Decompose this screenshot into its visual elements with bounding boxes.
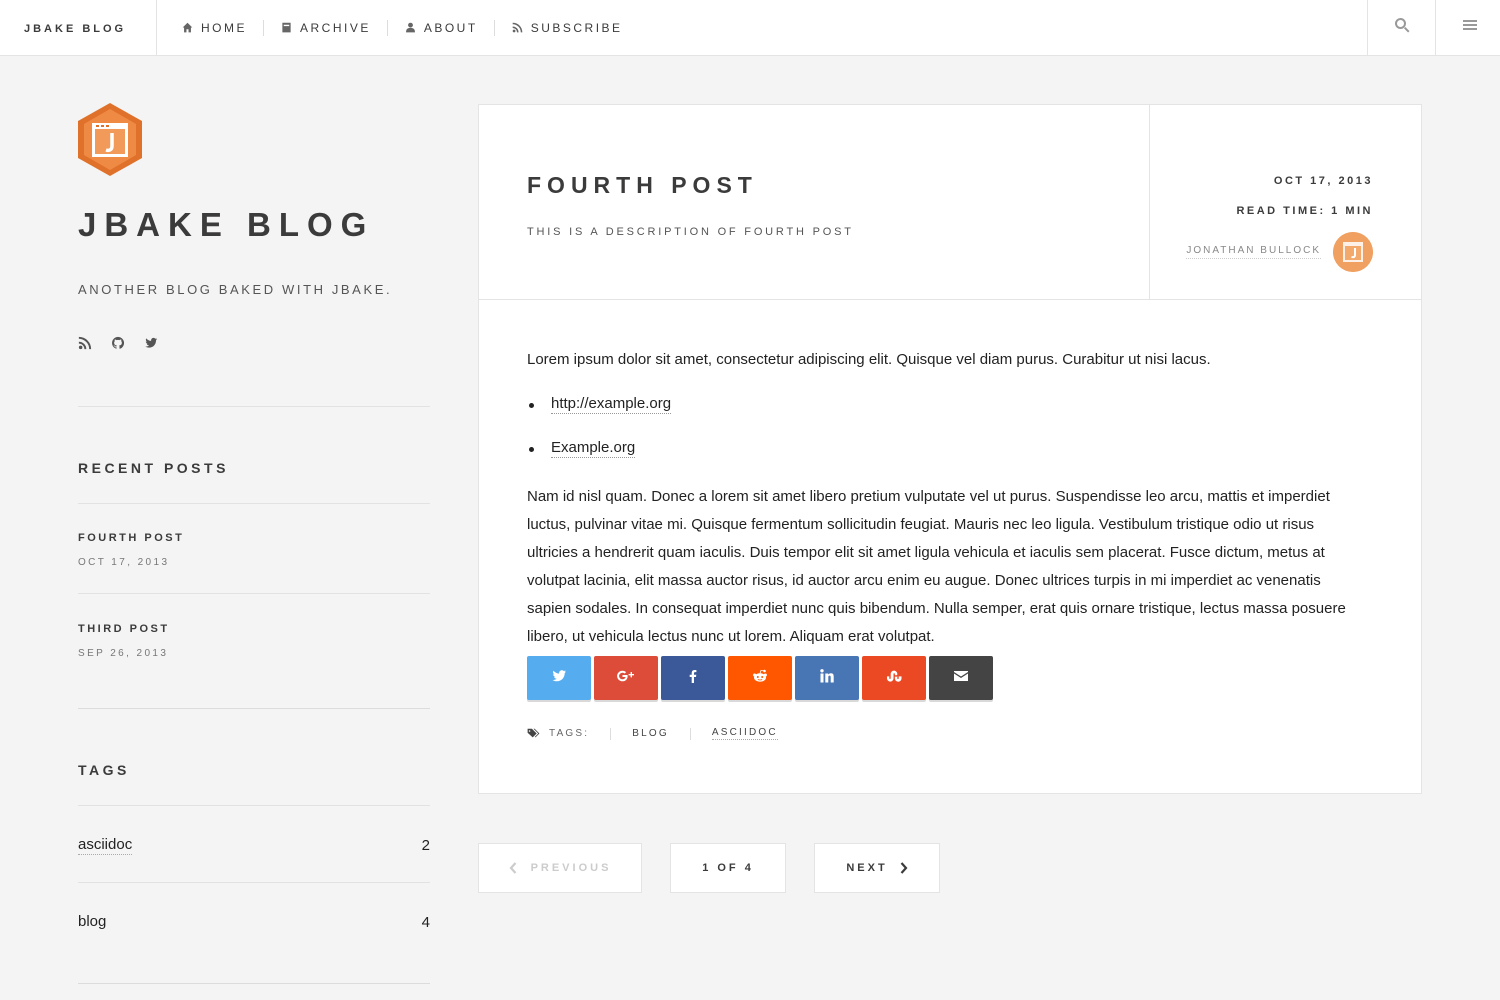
chevron-right-icon [900, 862, 908, 874]
post-tag-link[interactable]: ASCIIDOC [711, 727, 778, 740]
hamburger-icon [1462, 17, 1478, 38]
post-header: FOURTH POST THIS IS A DESCRIPTION OF FOU… [479, 105, 1150, 300]
post-link[interactable]: Example.org [551, 439, 636, 458]
post-card: FOURTH POST THIS IS A DESCRIPTION OF FOU… [478, 104, 1422, 794]
share-google-plus-button[interactable] [594, 656, 658, 700]
tag-link[interactable]: asciidoc [78, 836, 133, 855]
recent-post-date: SEP 26, 2013 [78, 648, 169, 659]
divider [78, 882, 430, 883]
rss-icon [511, 22, 524, 34]
google-plus-icon [616, 668, 636, 689]
sidebar-divider [78, 708, 430, 709]
tag-count: 4 [421, 913, 430, 931]
chevron-left-icon [509, 862, 517, 874]
tags-heading: TAGS [78, 762, 130, 778]
top-header: JBAKE BLOG HOME ARCHIVE ABOUT SUBSCRIBE [0, 0, 1500, 56]
share-stumbleupon-button[interactable] [862, 656, 926, 700]
post-date: OCT 17, 2013 [1273, 175, 1373, 187]
tags-label: TAGS: [549, 728, 590, 739]
sidebar-blog-subtitle: ANOTHER BLOG BAKED WITH JBAKE. [78, 282, 393, 297]
user-icon [404, 22, 417, 34]
recent-post-title[interactable]: THIRD POST [78, 623, 170, 635]
share-buttons [527, 656, 993, 700]
share-facebook-button[interactable] [661, 656, 725, 700]
home-icon [181, 22, 194, 34]
author-link[interactable]: JONATHAN BULLOCK [1186, 245, 1321, 259]
avatar[interactable] [1333, 232, 1373, 272]
share-reddit-button[interactable] [728, 656, 792, 700]
nav-home-label: HOME [201, 20, 247, 35]
page-count: 1 OF 4 [702, 862, 754, 874]
github-icon[interactable] [111, 336, 125, 350]
twitter-icon[interactable] [144, 336, 158, 350]
previous-label: PREVIOUS [530, 862, 612, 874]
archive-icon [280, 22, 293, 34]
blog-logo[interactable] [78, 103, 142, 176]
share-email-button[interactable] [929, 656, 993, 700]
bullet [529, 447, 534, 452]
bullet [529, 403, 534, 408]
recent-post-title[interactable]: FOURTH POST [78, 532, 184, 544]
linkedin-icon [819, 668, 835, 689]
nav-home[interactable]: HOME [157, 20, 263, 36]
divider [78, 503, 430, 504]
twitter-icon [551, 668, 567, 689]
menu-button[interactable] [1435, 0, 1500, 55]
post-meta: OCT 17, 2013 READ TIME: 1 MIN JONATHAN B… [1150, 105, 1421, 300]
search-button[interactable] [1367, 0, 1435, 55]
post-paragraph: Lorem ipsum dolor sit amet, consectetur … [527, 351, 1211, 368]
post-tags: TAGS: BLOG ASCIIDOC [527, 727, 778, 740]
nav-about[interactable]: ABOUT [386, 19, 494, 36]
post-link[interactable]: http://example.org [551, 395, 672, 414]
sidebar-divider [78, 406, 430, 407]
nav-archive[interactable]: ARCHIVE [263, 19, 387, 36]
tags-icon [527, 728, 540, 739]
recent-posts-heading: RECENT POSTS [78, 460, 229, 476]
post-title[interactable]: FOURTH POST [527, 172, 758, 199]
divider [78, 805, 430, 806]
stumbleupon-icon [886, 668, 902, 689]
post-tag-link[interactable]: BLOG [632, 728, 669, 740]
social-links [78, 336, 158, 350]
nav-archive-label: ARCHIVE [300, 20, 371, 35]
tag-link[interactable]: blog [78, 913, 106, 931]
read-time: READ TIME: 1 MIN [1236, 205, 1373, 217]
recent-post-date: OCT 17, 2013 [78, 557, 170, 568]
envelope-icon [953, 668, 969, 689]
divider [78, 593, 430, 594]
facebook-icon [685, 668, 701, 689]
tag-row: blog 4 [78, 910, 430, 934]
next-label: NEXT [846, 862, 888, 874]
sidebar-divider [78, 983, 430, 984]
tag-row: asciidoc 2 [78, 833, 430, 857]
separator [689, 727, 691, 740]
nav-subscribe-label: SUBSCRIBE [530, 20, 623, 35]
search-icon [1394, 17, 1410, 38]
separator [610, 727, 612, 740]
nav-subscribe[interactable]: SUBSCRIBE [493, 19, 639, 36]
previous-button[interactable]: PREVIOUS [478, 843, 642, 893]
next-button[interactable]: NEXT [814, 843, 940, 893]
nav-about-label: ABOUT [423, 20, 478, 35]
reddit-icon [752, 668, 768, 689]
tag-count: 2 [421, 836, 430, 854]
main-nav: HOME ARCHIVE ABOUT SUBSCRIBE [157, 0, 639, 55]
post-description: THIS IS A DESCRIPTION OF FOURTH POST [527, 226, 854, 238]
share-twitter-button[interactable] [527, 656, 591, 700]
share-linkedin-button[interactable] [795, 656, 859, 700]
rss-icon[interactable] [78, 336, 92, 350]
page-indicator: 1 OF 4 [670, 843, 786, 893]
post-paragraph: Nam id nisl quam. Donec a lorem sit amet… [527, 488, 1346, 645]
sidebar-blog-title: JBAKE BLOG [78, 206, 375, 243]
brand-link[interactable]: JBAKE BLOG [0, 0, 157, 55]
